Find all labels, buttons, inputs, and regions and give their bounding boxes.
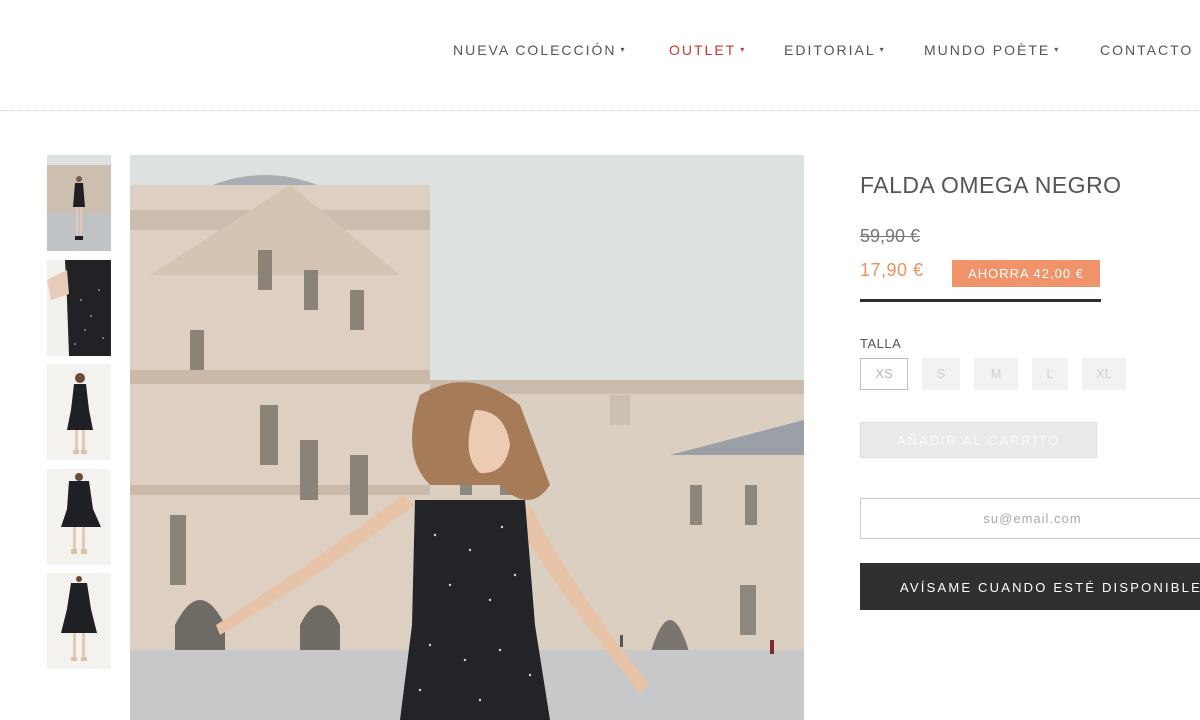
nav-item-label: OUTLET [669,42,737,58]
nav-item-contacto[interactable]: CONTACTO [1100,42,1193,58]
caret-down-icon: ▾ [620,45,625,54]
nav-item-label: NUEVA COLECCIÓN [453,42,617,58]
add-to-cart-button[interactable]: AÑADIR AL CARRITO [860,422,1097,458]
thumbnail-image [47,469,111,565]
savings-badge: AHORRA 42,00 € [952,260,1100,287]
thumbnail-image [47,260,111,356]
thumbnail-image [47,155,111,251]
notify-me-button[interactable]: AVÍSAME CUANDO ESTÉ DISPONIBLE [860,563,1200,610]
size-option-m[interactable]: M [974,358,1018,390]
nav-item-label: MUNDO POÈTE [924,42,1051,58]
site-header: NUEVA COLECCIÓN ▾ OUTLET ▾ EDITORIAL ▾ MUND… [0,0,1200,111]
nav-item-label: CONTACTO [1100,42,1194,58]
size-option-s[interactable]: S [922,358,960,390]
product-thumbnail[interactable] [47,573,111,669]
size-option-xs[interactable]: XS [860,358,908,390]
product-main-image [130,155,804,720]
product-photo [130,155,804,720]
size-option-l[interactable]: L [1032,358,1068,390]
product-title: FALDA OMEGA NEGRO [860,172,1122,198]
product-thumbnail[interactable] [47,260,111,356]
nav-item-nueva-coleccion[interactable]: NUEVA COLECCIÓN ▾ [453,42,625,58]
caret-down-icon: ▾ [879,45,884,54]
size-option-xl[interactable]: XL [1082,358,1126,390]
caret-down-icon: ▾ [1054,45,1059,54]
email-field[interactable] [860,498,1200,539]
nav-item-outlet[interactable]: OUTLET ▾ [669,42,744,58]
main-nav: NUEVA COLECCIÓN ▾ OUTLET ▾ EDITORIAL ▾ MUND… [0,42,1200,62]
original-price: 59,90 € [860,226,921,246]
caret-down-icon: ▾ [740,45,745,54]
product-thumbnail[interactable] [47,469,111,565]
size-label: TALLA [860,336,902,351]
thumbnail-image [47,364,111,460]
product-thumbnail[interactable] [47,364,111,460]
product-thumbnail[interactable] [47,155,111,251]
nav-item-editorial[interactable]: EDITORIAL ▾ [784,42,884,58]
nav-item-label: EDITORIAL [784,42,876,58]
sale-price: 17,90 € [860,260,924,280]
thumbnail-image [47,573,111,669]
nav-item-mundo-poete[interactable]: MUNDO POÈTE ▾ [924,42,1058,58]
price-divider [860,299,1101,302]
